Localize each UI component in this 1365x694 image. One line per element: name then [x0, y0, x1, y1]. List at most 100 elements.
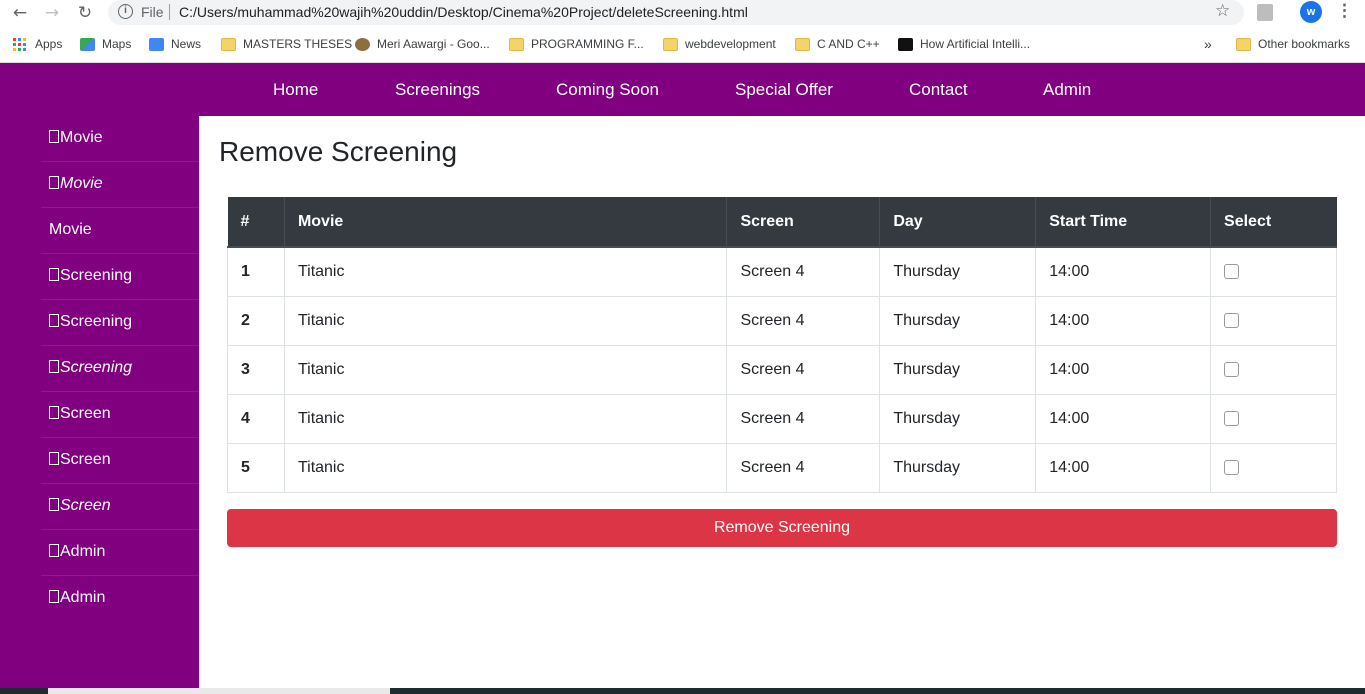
- nav-screenings[interactable]: Screenings: [395, 80, 480, 100]
- select-checkbox[interactable]: [1224, 410, 1240, 426]
- select-checkbox[interactable]: [1224, 459, 1240, 475]
- bookmark-maps[interactable]: Maps: [80, 34, 131, 54]
- bookmark-news[interactable]: News: [149, 34, 201, 54]
- bookmark-programming[interactable]: PROGRAMMING F...: [509, 34, 644, 54]
- sidebar-item-screen-add[interactable]: Screen: [41, 392, 199, 438]
- sidebar-item-movie-remove[interactable]: Movie: [41, 208, 199, 254]
- taskbar-search-box[interactable]: [48, 688, 390, 694]
- sidebar-item-screening-add[interactable]: Screening: [41, 254, 199, 300]
- movie-cell: Titanic: [283, 344, 728, 395]
- folder-icon: [1236, 37, 1251, 51]
- info-icon[interactable]: i: [118, 4, 133, 19]
- bookmark-label: Other bookmarks: [1258, 37, 1351, 51]
- column-header-number: #: [227, 197, 285, 248]
- bookmark-apps[interactable]: Apps: [13, 34, 62, 54]
- screen-cell: Screen 4: [726, 295, 881, 346]
- bookmark-how-ai[interactable]: How Artificial Intelli...: [898, 34, 1030, 54]
- day-cell: Thursday: [879, 246, 1037, 297]
- nav-coming-soon[interactable]: Coming Soon: [556, 80, 659, 100]
- row-number: 5: [227, 442, 285, 493]
- row-number: 1: [227, 246, 285, 297]
- folder-icon: [663, 37, 678, 51]
- sidebar-item-screen-view[interactable]: Screen: [41, 438, 199, 484]
- table-row: 4 Titanic Screen 4 Thursday 14:00: [227, 393, 1337, 444]
- sidebar-item-screening-view[interactable]: Screening: [41, 300, 199, 346]
- sidebar-item-label: Admin: [60, 589, 106, 606]
- day-cell: Thursday: [879, 344, 1037, 395]
- missing-glyph-icon: [49, 406, 59, 419]
- screenings-table: # Movie Screen Day Start Time Select 1 T…: [227, 197, 1337, 493]
- bookmark-label: Maps: [102, 37, 132, 51]
- bookmark-webdevelopment[interactable]: webdevelopment: [663, 34, 776, 54]
- file-scheme-label: File: [141, 4, 164, 20]
- select-checkbox[interactable]: [1224, 264, 1240, 280]
- maps-icon: [80, 37, 95, 51]
- admin-sidebar: Movie Movie Movie Screening Screening Sc…: [0, 116, 199, 694]
- top-navbar: Home Screenings Coming Soon Special Offe…: [0, 63, 1365, 116]
- arrow-left-icon[interactable]: ←: [9, 2, 31, 24]
- folder-icon: [795, 37, 810, 51]
- screen-cell: Screen 4: [726, 246, 881, 297]
- table-row: 5 Titanic Screen 4 Thursday 14:00: [227, 442, 1337, 493]
- nav-home[interactable]: Home: [273, 80, 318, 100]
- bookmark-meri-aawargi[interactable]: Meri Aawargi - Goo...: [355, 34, 490, 54]
- select-checkbox[interactable]: [1224, 312, 1240, 328]
- address-bar[interactable]: i File C:/Users/muhammad%20wajih%20uddin…: [108, 0, 1244, 25]
- sidebar-item-label: Movie: [49, 221, 92, 238]
- bookmark-other[interactable]: Other bookmarks: [1236, 34, 1350, 54]
- bookmark-label: C AND C++: [817, 37, 880, 51]
- profile-avatar[interactable]: w: [1300, 1, 1322, 23]
- nav-admin[interactable]: Admin: [1043, 80, 1091, 100]
- day-cell: Thursday: [879, 295, 1037, 346]
- select-cell: [1210, 344, 1337, 395]
- column-header-movie: Movie: [284, 197, 728, 248]
- bookmark-label: Apps: [35, 37, 63, 51]
- bookmark-label: webdevelopment: [685, 37, 776, 51]
- table-row: 3 Titanic Screen 4 Thursday 14:00: [227, 344, 1337, 395]
- news-icon: [149, 37, 164, 51]
- sidebar-item-movie-add[interactable]: Movie: [41, 116, 199, 162]
- sidebar-item-screen-edit[interactable]: Screen: [41, 484, 199, 530]
- start-time-cell: 14:00: [1035, 246, 1212, 297]
- select-cell: [1210, 295, 1337, 346]
- folder-icon: [221, 37, 236, 51]
- movie-cell: Titanic: [283, 246, 728, 297]
- table-header-row: # Movie Screen Day Start Time Select: [227, 197, 1337, 248]
- column-header-start-time: Start Time: [1035, 197, 1212, 248]
- row-number: 4: [227, 393, 285, 444]
- url-text[interactable]: C:/Users/muhammad%20wajih%20uddin/Deskto…: [179, 4, 748, 20]
- day-cell: Thursday: [879, 393, 1037, 444]
- table-row: 1 Titanic Screen 4 Thursday 14:00: [227, 246, 1337, 297]
- reload-icon[interactable]: ↻: [74, 2, 96, 24]
- row-number: 3: [227, 344, 285, 395]
- site-favicon-icon: [898, 37, 913, 51]
- day-cell: Thursday: [879, 442, 1037, 493]
- pdf-extension-icon[interactable]: [1257, 4, 1273, 21]
- browser-chrome: ← → ↻ i File C:/Users/muhammad%20wajih%2…: [0, 0, 1365, 63]
- nav-special-offer[interactable]: Special Offer: [735, 80, 833, 100]
- remove-screening-button[interactable]: Remove Screening: [227, 509, 1337, 547]
- select-cell: [1210, 393, 1337, 444]
- select-cell: [1210, 246, 1337, 297]
- column-header-select: Select: [1210, 197, 1337, 248]
- nav-contact[interactable]: Contact: [909, 80, 968, 100]
- sidebar-item-admin-view[interactable]: Admin: [41, 576, 199, 622]
- sidebar-item-screening-edit[interactable]: Screening: [41, 346, 199, 392]
- column-header-day: Day: [879, 197, 1037, 248]
- bookmark-label: MASTERS THESES: [243, 37, 353, 51]
- missing-glyph-icon: [49, 130, 59, 143]
- bookmark-label: News: [171, 37, 202, 51]
- sidebar-item-admin-add[interactable]: Admin: [41, 530, 199, 576]
- arrow-right-icon[interactable]: →: [41, 2, 63, 24]
- sidebar-item-label: Admin: [60, 543, 106, 560]
- bookmark-c-and-cpp[interactable]: C AND C++: [795, 34, 880, 54]
- folder-icon: [509, 37, 524, 51]
- sidebar-item-movie-edit[interactable]: Movie: [41, 162, 199, 208]
- bookmark-masters-theses[interactable]: MASTERS THESES: [221, 34, 352, 54]
- bookmark-star-icon[interactable]: ☆: [1215, 1, 1230, 21]
- bookmarks-overflow-button[interactable]: »: [1204, 34, 1212, 54]
- kebab-menu-icon[interactable]: ⋮: [1336, 1, 1353, 21]
- missing-glyph-icon: [49, 498, 59, 511]
- select-checkbox[interactable]: [1224, 361, 1240, 377]
- apps-grid-icon: [13, 37, 26, 51]
